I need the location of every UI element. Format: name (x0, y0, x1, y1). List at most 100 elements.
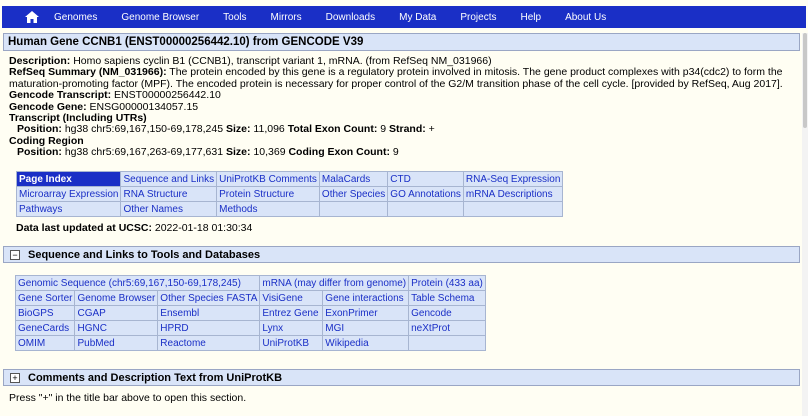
page-index-empty-cell (387, 201, 464, 217)
transcript-position-label: Position: (17, 123, 62, 136)
nav-mirrors[interactable]: Mirrors (271, 12, 302, 23)
nav-projects[interactable]: Projects (460, 12, 496, 23)
page-index-link[interactable]: MalaCards (318, 171, 389, 187)
page-index-link[interactable]: Methods (216, 201, 320, 217)
database-link[interactable]: GeneCards (14, 320, 76, 336)
section-title: Sequence and Links to Tools and Database… (28, 248, 261, 261)
expand-toggle-button[interactable]: + (10, 372, 20, 383)
gencode-transcript-label: Gencode Transcript: (9, 89, 112, 102)
page-index-link[interactable]: CTD (387, 171, 464, 187)
gencode-gene-value: ENSG00000134057.15 (89, 100, 199, 113)
section-note: Press "+" in the title bar above to open… (9, 392, 247, 404)
nav-genomes[interactable]: Genomes (54, 12, 97, 23)
strand-value: + (428, 123, 435, 136)
page-index-link[interactable]: Microarray Expression (15, 186, 122, 202)
database-link[interactable]: BioGPS (14, 305, 76, 321)
page-index-link[interactable]: RNA-Seq Expression (462, 171, 564, 187)
tool-link[interactable]: Genome Browser (74, 290, 159, 306)
coding-region-label: Coding Region (9, 134, 84, 147)
coding-exon-count-value: 9 (392, 146, 399, 159)
page-index-link[interactable]: Other Names (120, 201, 218, 217)
exon-count-value: 9 (380, 123, 387, 136)
tool-link[interactable]: VisiGene (259, 290, 324, 306)
transcript-position-value: hg38 chr5:69,167,150-69,178,245 (64, 123, 224, 136)
transcript-size-value: 11,096 (253, 123, 285, 136)
gene-details: Description: Homo sapiens cyclin B1 (CCN… (3, 51, 800, 159)
page-index-link[interactable]: Other Species (318, 186, 389, 202)
database-link[interactable]: Gencode (408, 305, 486, 321)
links-table: Genomic Sequence (chr5:69,167,150-69,178… (14, 275, 486, 351)
mrna-link[interactable]: mRNA (may differ from genome) (259, 275, 410, 291)
last-updated-label: Data last updated at UCSC: (16, 222, 152, 234)
description-label: Description: (9, 55, 71, 67)
gene-title-bar: Human Gene CCNB1 (ENST00000256442.10) fr… (3, 33, 800, 51)
page-index-empty-cell (318, 201, 389, 217)
sequence-links-section: − Sequence and Links to Tools and Databa… (3, 246, 800, 358)
comments-title-bar: + Comments and Description Text from Uni… (3, 369, 800, 386)
nav-tools[interactable]: Tools (223, 12, 246, 23)
database-link[interactable]: Ensembl (157, 305, 261, 321)
collapse-toggle-button[interactable]: − (10, 249, 20, 260)
navbar: Genomes Genome Browser Tools Mirrors Dow… (2, 6, 806, 28)
top-navigation: Genomes Genome Browser Tools Mirrors Dow… (0, 0, 808, 33)
scrollbar-thumb[interactable] (803, 33, 807, 128)
page-index-link[interactable]: Protein Structure (216, 186, 320, 202)
coding-exon-count-label: Coding Exon Count: (288, 146, 390, 159)
transcript-size-label: Size: (225, 123, 251, 136)
database-link[interactable]: Wikipedia (322, 335, 410, 351)
refseq-summary-label: RefSeq Summary (NM_031966): (9, 66, 167, 79)
database-link[interactable]: HGNC (74, 320, 159, 336)
exon-count-label: Total Exon Count: (287, 123, 378, 136)
section-title: Comments and Description Text from UniPr… (28, 371, 283, 384)
gene-description-section: Human Gene CCNB1 (ENST00000256442.10) fr… (3, 33, 800, 239)
refseq-summary-text-2: maturation-promoting factor (MPF). The e… (9, 77, 783, 90)
page-index-link[interactable]: UniProtKB Comments (216, 171, 320, 187)
nav-genome-browser[interactable]: Genome Browser (121, 12, 199, 23)
database-link[interactable]: ExonPrimer (322, 305, 410, 321)
tool-link[interactable]: Other Species FASTA (157, 290, 261, 306)
database-link[interactable]: Entrez Gene (259, 305, 324, 321)
last-updated: Data last updated at UCSC: 2022-01-18 01… (16, 222, 252, 234)
page-title: Human Gene CCNB1 (ENST00000256442.10) fr… (8, 36, 364, 48)
gencode-transcript-value: ENST00000256442.10 (114, 89, 221, 102)
page-index-link[interactable]: RNA Structure (120, 186, 218, 202)
home-icon[interactable] (18, 6, 46, 28)
tool-link[interactable]: Gene interactions (322, 290, 410, 306)
coding-size-value: 10,369 (253, 146, 286, 159)
database-link[interactable]: OMIM (14, 335, 76, 351)
database-link[interactable]: neXtProt (408, 320, 486, 336)
last-updated-value: 2022-01-18 01:30:34 (154, 222, 253, 234)
nav-my-data[interactable]: My Data (399, 12, 436, 23)
database-link[interactable]: UniProtKB (259, 335, 324, 351)
refseq-summary-text-1: The protein encoded by this gene is a re… (169, 66, 783, 79)
protein-link[interactable]: Protein (433 aa) (408, 275, 486, 291)
uniprot-comments-section: + Comments and Description Text from Uni… (3, 369, 800, 409)
database-link[interactable]: MGI (322, 320, 410, 336)
coding-position-value: hg38 chr5:69,167,263-69,177,631 (64, 146, 224, 159)
page-index-link[interactable]: Pathways (15, 201, 122, 217)
page-index-link[interactable]: mRNA Descriptions (462, 186, 564, 202)
tool-link[interactable]: Table Schema (408, 290, 486, 306)
page-index-header: Page Index (15, 171, 122, 187)
page-index-empty-cell (462, 201, 564, 217)
database-link[interactable]: Lynx (259, 320, 324, 336)
database-link[interactable]: HPRD (157, 320, 261, 336)
database-link[interactable]: Reactome (157, 335, 261, 351)
strand-label: Strand: (389, 123, 426, 136)
page-index-link[interactable]: Sequence and Links (120, 171, 218, 187)
tool-link[interactable]: Gene Sorter (14, 290, 76, 306)
description-value: Homo sapiens cyclin B1 (CCNB1), transcri… (73, 55, 492, 67)
database-link[interactable]: PubMed (74, 335, 159, 351)
links-empty-cell (408, 335, 486, 351)
transcript-label: Transcript (Including UTRs) (9, 112, 147, 125)
page-index-link[interactable]: GO Annotations (387, 186, 464, 202)
database-link[interactable]: CGAP (74, 305, 159, 321)
page-index-table: Page Index Sequence and Links UniProtKB … (15, 171, 564, 217)
sequence-links-title-bar: − Sequence and Links to Tools and Databa… (3, 246, 800, 263)
nav-downloads[interactable]: Downloads (326, 12, 375, 23)
nav-help[interactable]: Help (520, 12, 541, 23)
genomic-sequence-link[interactable]: Genomic Sequence (chr5:69,167,150-69,178… (14, 275, 261, 291)
coding-position-label: Position: (17, 146, 62, 159)
gencode-gene-label: Gencode Gene: (9, 100, 87, 113)
nav-about-us[interactable]: About Us (565, 12, 606, 23)
